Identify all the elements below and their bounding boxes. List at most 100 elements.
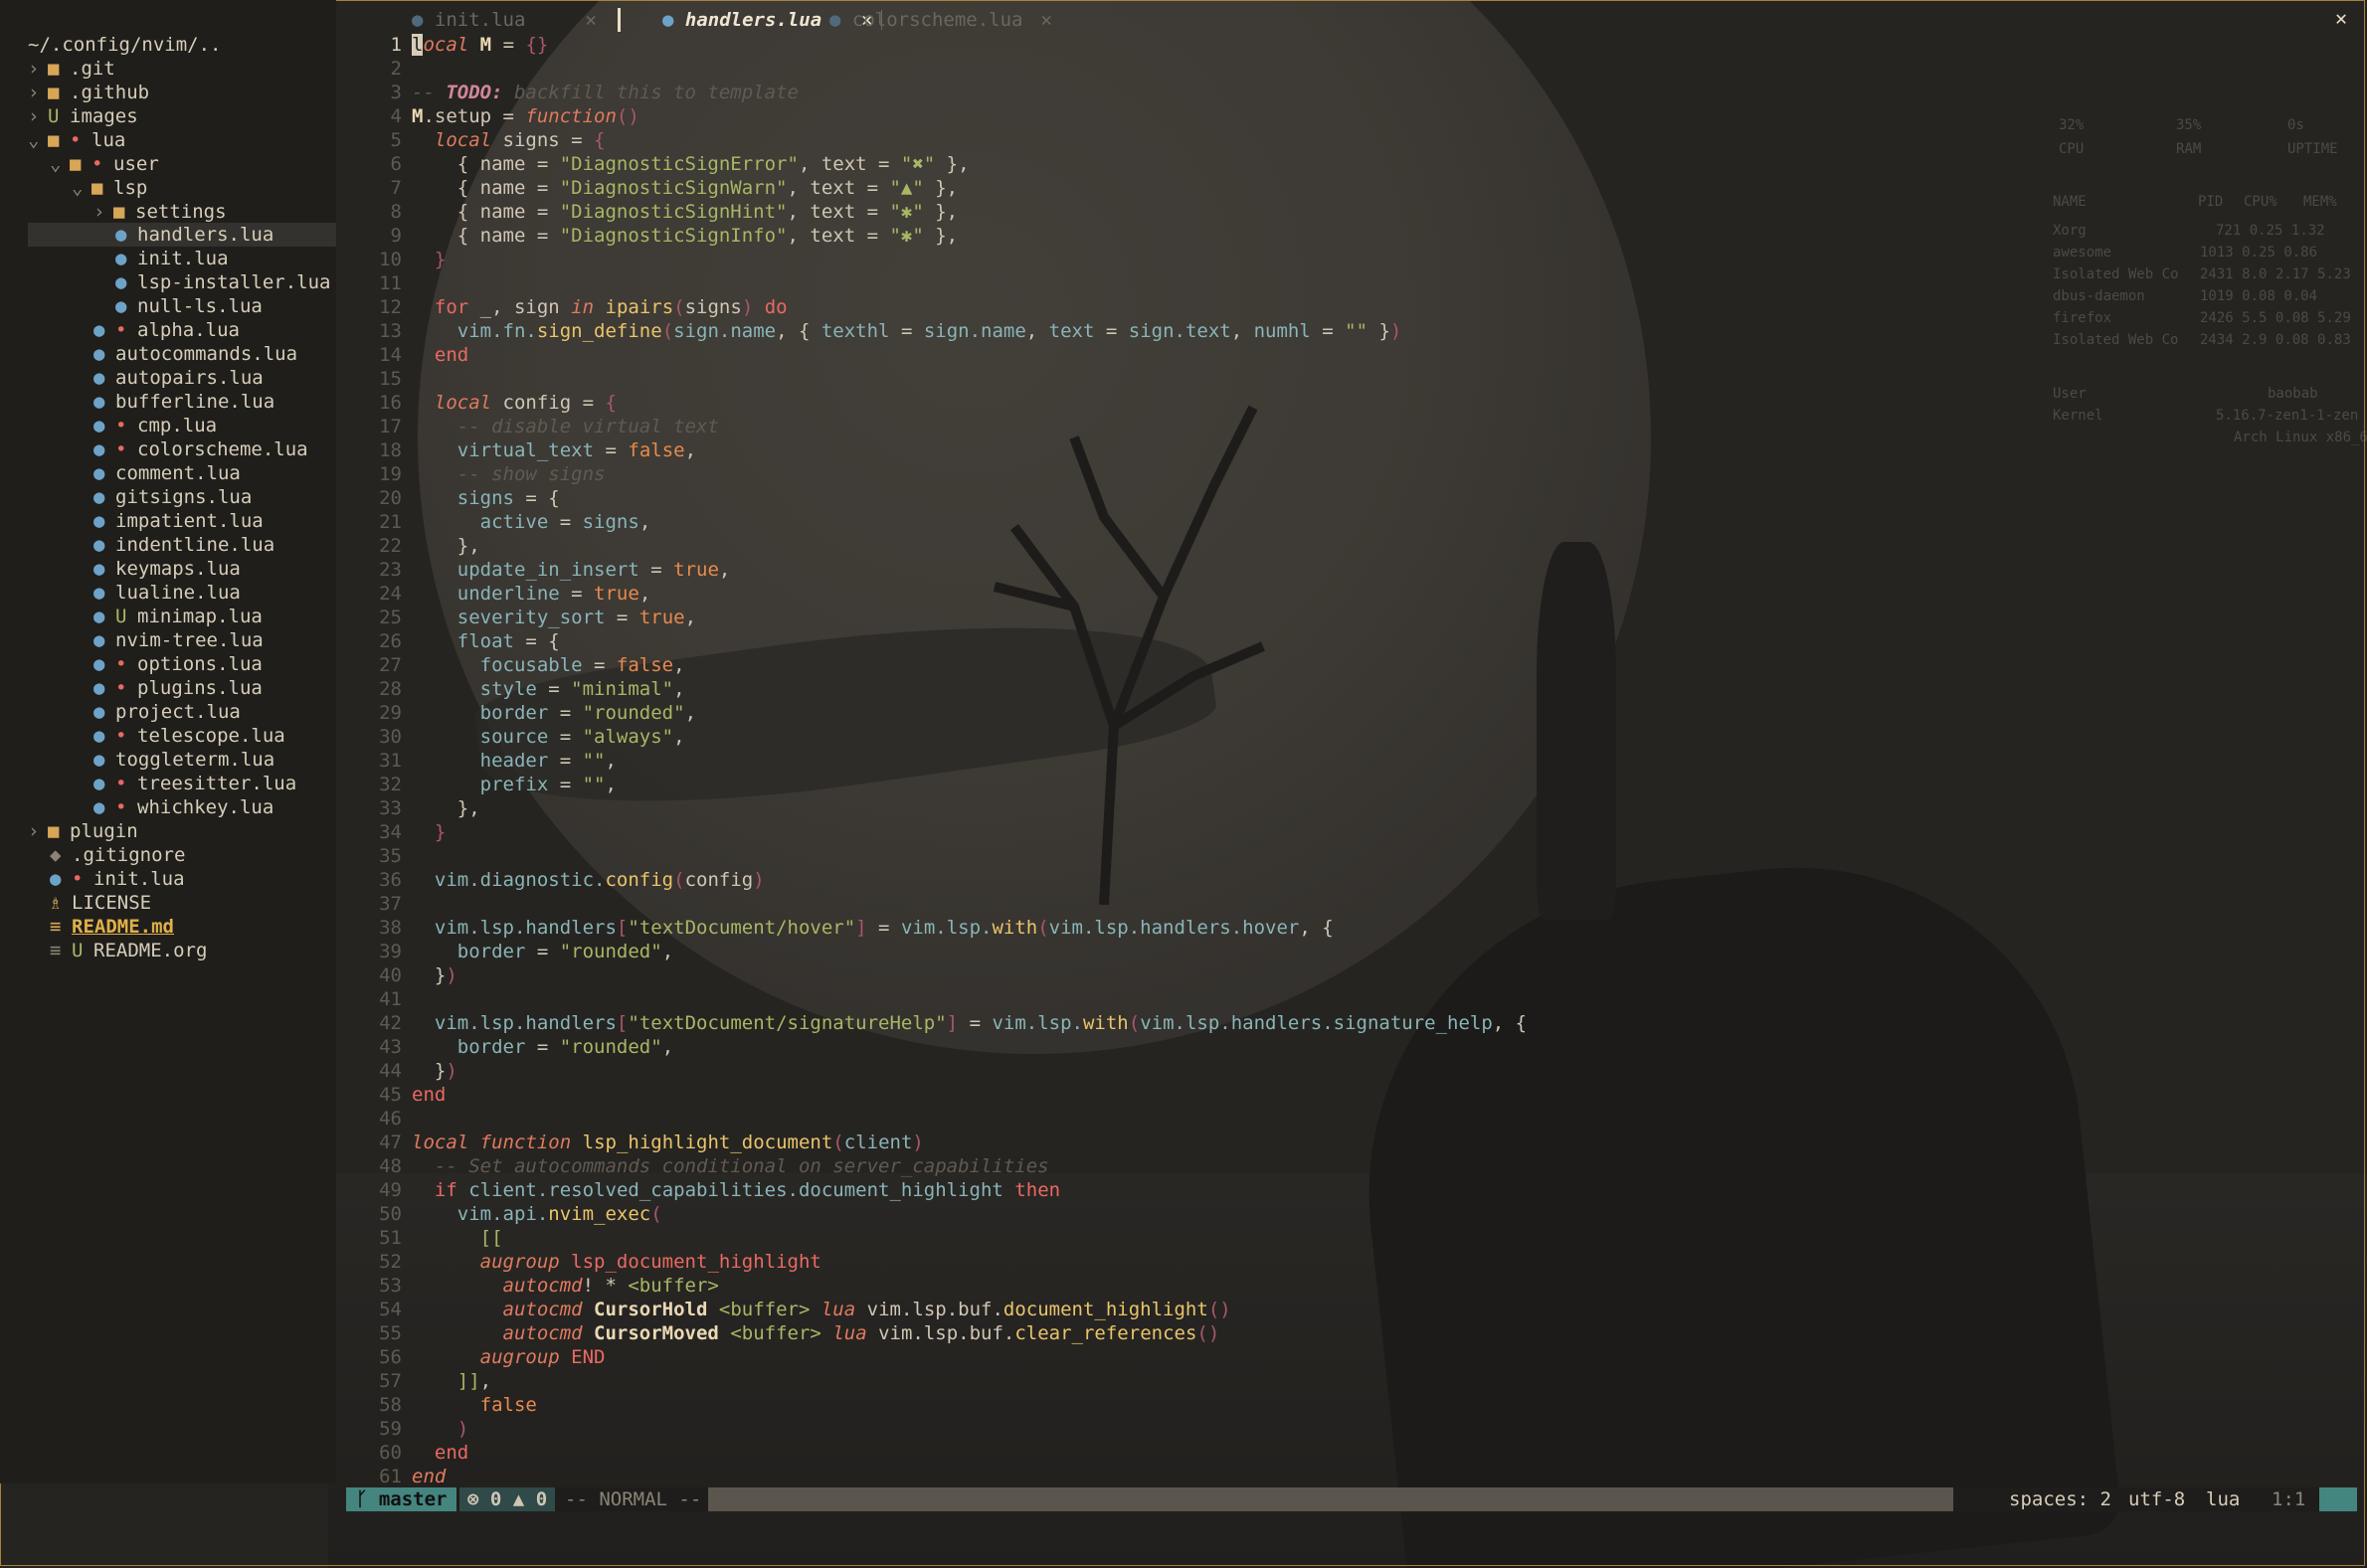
line-number: 59 xyxy=(379,1418,402,1440)
encoding-info: utf-8 xyxy=(2128,1488,2186,1510)
tree-item-file[interactable]: ● comment.lua xyxy=(93,461,241,485)
tree-item-file[interactable]: ● keymaps.lua xyxy=(93,557,241,581)
tree-item-file[interactable]: ● autocommands.lua xyxy=(93,342,297,366)
explorer-root-path[interactable]: ~/.config/nvim/.. xyxy=(28,33,221,57)
tree-item-file[interactable]: ◆ .gitignore xyxy=(50,843,185,867)
tree-item-file[interactable]: ● Uminimap.lua xyxy=(93,605,263,628)
code-line: false xyxy=(479,1394,537,1416)
line-number: 9 xyxy=(390,225,402,247)
chevron-right-icon: › xyxy=(93,201,105,223)
tree-item-file[interactable]: ● nvim-tree.lua xyxy=(93,628,264,652)
line-number: 61 xyxy=(379,1466,402,1487)
tree-item-folder[interactable]: ⌄ ■ • lua xyxy=(28,128,125,152)
line-number: 38 xyxy=(379,917,402,939)
tree-item-folder[interactable]: › ■ plugin xyxy=(28,819,138,843)
line-number: 24 xyxy=(379,583,402,605)
warning-icon: ▲ xyxy=(512,1488,536,1510)
lua-file-icon: ● xyxy=(93,343,105,365)
code-line: }, xyxy=(412,535,480,557)
tree-item-file[interactable]: ● indentline.lua xyxy=(93,533,274,557)
line-number: 37 xyxy=(379,893,402,915)
lua-file-icon: ● xyxy=(50,868,62,890)
code-line: local M = {} xyxy=(412,34,549,56)
line-number: 15 xyxy=(379,368,402,390)
code-line: -- disable virtual text xyxy=(456,416,719,437)
line-number: 56 xyxy=(379,1346,402,1368)
tree-item-folder[interactable]: › ■ .git xyxy=(28,57,115,81)
git-untracked-badge: U xyxy=(48,105,60,127)
code-line: source = "always", xyxy=(479,726,685,748)
tree-item-file[interactable]: ● impatient.lua xyxy=(93,509,264,533)
line-number: 44 xyxy=(379,1060,402,1082)
line-number: 21 xyxy=(379,511,402,533)
tab-init[interactable]: ● init.lua ✕ xyxy=(412,8,597,32)
tree-item-file[interactable]: ● • options.lua xyxy=(93,652,263,676)
line-number: 50 xyxy=(379,1203,402,1225)
tree-item-file[interactable]: ≡ README.md xyxy=(50,915,174,939)
tree-item-folder[interactable]: › ■ settings xyxy=(93,200,227,224)
line-number: 42 xyxy=(379,1012,402,1034)
tree-item-file[interactable]: ≡ U README.org xyxy=(50,939,207,962)
code-line: prefix = "", xyxy=(479,774,617,795)
git-modified-badge: • xyxy=(91,153,103,175)
tree-item-file[interactable]: ● • cmp.lua xyxy=(93,414,217,437)
git-modified-badge: • xyxy=(70,129,82,151)
git-modified-badge: • xyxy=(115,773,127,794)
tree-item-file[interactable]: ● autopairs.lua xyxy=(93,366,264,390)
line-number: 7 xyxy=(390,177,402,199)
line-number: 27 xyxy=(379,654,402,676)
tree-item-file[interactable]: ● • whichkey.lua xyxy=(93,795,273,819)
close-icon[interactable]: ✕ xyxy=(1040,9,1051,31)
window-close-icon[interactable]: ✕ xyxy=(2335,6,2347,30)
code-line: augroup END xyxy=(479,1346,606,1368)
tree-item-file[interactable]: ● • plugins.lua xyxy=(93,676,263,700)
git-file-icon: ◆ xyxy=(50,844,62,866)
tree-item-file[interactable]: ● init.lua xyxy=(115,247,229,270)
line-number: 53 xyxy=(379,1275,402,1297)
lua-file-icon: ● xyxy=(93,677,105,699)
code-line: { name = "DiagnosticSignWarn", text = "▲… xyxy=(412,177,959,199)
lua-file-icon: ● xyxy=(115,271,127,293)
line-number: 5 xyxy=(390,129,402,151)
tree-item-file[interactable]: ● toggleterm.lua xyxy=(93,748,274,772)
tree-item-file[interactable]: ● • init.lua xyxy=(50,867,185,891)
code-line: end xyxy=(412,1084,447,1106)
code-line: end xyxy=(434,344,469,366)
code-line: local function lsp_highlight_document(cl… xyxy=(412,1132,924,1153)
line-number: 19 xyxy=(379,463,402,485)
tree-item-folder[interactable]: ⌄ ■ lsp xyxy=(72,176,147,200)
lua-file-icon: ● xyxy=(93,629,105,651)
tree-item-file[interactable]: ● • telescope.lua xyxy=(93,724,285,748)
close-icon[interactable]: ✕ xyxy=(585,9,596,31)
tree-item-file[interactable]: ● • alpha.lua xyxy=(93,318,240,342)
tree-item-file[interactable]: ● bufferline.lua xyxy=(93,390,274,414)
lua-file-icon: ● xyxy=(93,367,105,389)
tree-item-file[interactable]: ● • treesitter.lua xyxy=(93,772,296,795)
line-number: 43 xyxy=(379,1036,402,1058)
lua-file-icon: ● xyxy=(662,9,685,31)
code-line: { name = "DiagnosticSignInfo", text = "✱… xyxy=(412,225,959,247)
line-number: 26 xyxy=(379,630,402,652)
tree-item-file-selected[interactable]: ● handlers.lua xyxy=(28,223,336,247)
code-line: } xyxy=(434,249,447,270)
tab-colorscheme[interactable]: ● colorscheme.lua ✕ xyxy=(829,8,1052,32)
line-number: 55 xyxy=(379,1322,402,1344)
code-line: end xyxy=(434,1442,469,1464)
tree-item-file[interactable]: ● • colorscheme.lua xyxy=(93,437,308,461)
tree-item-file[interactable]: ● gitsigns.lua xyxy=(93,485,252,509)
license-icon: ♗ xyxy=(50,892,62,914)
folder-open-icon: ■ xyxy=(70,153,82,175)
tree-item-file[interactable]: ♗ LICENSE xyxy=(50,891,151,915)
git-modified-badge: • xyxy=(115,653,127,675)
folder-open-icon: ■ xyxy=(48,129,60,151)
line-number: 32 xyxy=(379,774,402,795)
tree-item-folder[interactable]: › Uimages xyxy=(28,104,138,128)
tree-item-folder[interactable]: › ■ .github xyxy=(28,81,149,104)
git-modified-badge: • xyxy=(115,415,127,436)
tree-item-file[interactable]: ● project.lua xyxy=(93,700,241,724)
code-line: update_in_insert = true, xyxy=(456,559,731,581)
tree-item-file[interactable]: ● null-ls.lua xyxy=(115,294,263,318)
tree-item-folder[interactable]: ⌄ ■ • user xyxy=(50,152,159,176)
tree-item-file[interactable]: ● lualine.lua xyxy=(93,581,241,605)
tree-item-file[interactable]: ● lsp-installer.lua xyxy=(115,270,330,294)
